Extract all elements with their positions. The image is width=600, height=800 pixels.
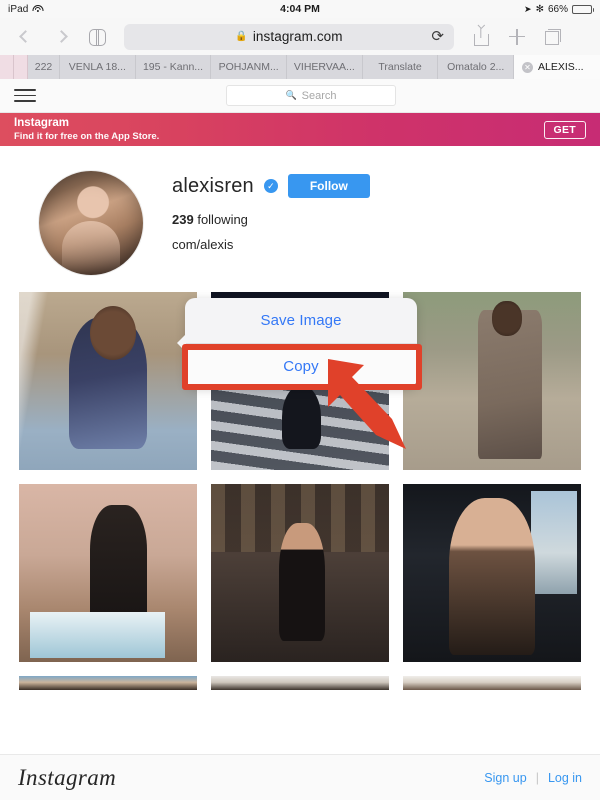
search-placeholder: Search xyxy=(301,89,337,102)
reload-icon[interactable]: ⟳ xyxy=(431,29,444,44)
share-icon xyxy=(473,27,489,46)
url-text: instagram.com xyxy=(252,29,343,44)
chevron-right-icon xyxy=(54,30,68,43)
search-icon: 🔍 xyxy=(285,90,297,100)
status-bar-right: ➤ ✻ 66% xyxy=(524,3,594,15)
hamburger-menu-icon[interactable] xyxy=(14,85,36,106)
photo-6[interactable] xyxy=(403,484,581,662)
tab-label: POHJANM... xyxy=(218,61,279,73)
photo-1[interactable] xyxy=(19,292,197,470)
tab-label: 222 xyxy=(34,61,53,73)
new-tab-button[interactable] xyxy=(502,23,532,51)
forward-button[interactable] xyxy=(46,23,76,51)
tab-6[interactable]: Omatalo 2... xyxy=(438,55,515,79)
profile-website-link[interactable]: com/alexis xyxy=(172,237,582,252)
safari-toolbar: 🔒 instagram.com ⟳ xyxy=(0,18,600,55)
sign-up-link[interactable]: Sign up xyxy=(484,771,526,785)
banner-subtitle: Find it for free on the App Store. xyxy=(14,130,160,142)
lock-icon: 🔒 xyxy=(235,30,248,42)
profile-username: alexisren xyxy=(172,174,254,197)
chevron-left-icon xyxy=(18,30,32,43)
tab-overflow-left[interactable] xyxy=(0,55,14,79)
page-footer: Instagram Sign up | Log in xyxy=(0,754,600,800)
profile-name-row: alexisren ✓ Follow xyxy=(172,174,582,198)
follow-button[interactable]: Follow xyxy=(287,174,370,198)
location-arrow-icon: ➤ xyxy=(524,3,532,14)
tab-7-active[interactable]: ✕ ALEXIS... xyxy=(514,55,600,79)
profile-stats: 239 following xyxy=(172,212,582,227)
photo-7[interactable] xyxy=(19,676,197,690)
tab-5[interactable]: Translate xyxy=(362,55,439,79)
tab-0[interactable]: 222 xyxy=(28,55,60,79)
profile-details: alexisren ✓ Follow 239 following com/ale… xyxy=(144,170,582,276)
back-button[interactable] xyxy=(10,23,40,51)
tab-label: VIHERVAA... xyxy=(293,61,355,73)
device-label: iPad xyxy=(8,3,29,15)
photo-5[interactable] xyxy=(211,484,389,662)
photo-4[interactable] xyxy=(19,484,197,662)
following-count: 239 xyxy=(172,212,194,227)
ios-status-bar: iPad 4:04 PM ➤ ✻ 66% xyxy=(0,0,600,18)
following-label: following xyxy=(197,212,248,227)
app-install-banner: Instagram Find it for free on the App St… xyxy=(0,113,600,146)
tab-label: 195 - Kann... xyxy=(142,61,204,73)
tab-label: Translate xyxy=(378,61,422,73)
book-icon xyxy=(88,29,106,46)
tab-label: Omatalo 2... xyxy=(447,61,505,73)
battery-percent-label: 66% xyxy=(547,3,568,15)
profile-header: alexisren ✓ Follow 239 following com/ale… xyxy=(0,146,600,276)
bluetooth-icon: ✻ xyxy=(535,3,544,15)
footer-separator: | xyxy=(535,770,539,785)
address-bar[interactable]: 🔒 instagram.com ⟳ xyxy=(124,23,454,50)
tab-1[interactable]: VENLA 18... xyxy=(60,55,136,79)
address-bar-content: 🔒 instagram.com xyxy=(235,29,342,44)
following-stat: 239 following xyxy=(172,212,248,227)
status-bar-left: iPad xyxy=(8,3,44,15)
banner-title: Instagram xyxy=(14,117,69,130)
tab-2[interactable]: 195 - Kann... xyxy=(135,55,212,79)
battery-icon xyxy=(572,4,594,14)
photo-9[interactable] xyxy=(403,676,581,690)
verified-badge-icon: ✓ xyxy=(263,179,278,193)
red-arrow-annotation xyxy=(328,359,406,449)
photo-8[interactable] xyxy=(211,676,389,690)
share-button[interactable] xyxy=(466,23,496,51)
wifi-icon xyxy=(32,5,44,14)
close-icon[interactable]: ✕ xyxy=(522,61,534,73)
banner-text: Instagram Find it for free on the App St… xyxy=(14,116,159,143)
plus-icon xyxy=(509,28,525,45)
save-image-menu-item[interactable]: Save Image xyxy=(185,298,417,343)
web-page-viewport: 🔍 Search Instagram Find it for free on t… xyxy=(0,79,600,800)
bookmarks-button[interactable] xyxy=(82,23,112,51)
ipad-safari-screenshot: iPad 4:04 PM ➤ ✻ 66% 🔒 instagram.com ⟳ 2… xyxy=(0,0,600,800)
get-app-button[interactable]: GET xyxy=(543,120,586,139)
tabs-overview-icon xyxy=(545,28,561,45)
show-tabs-button[interactable] xyxy=(538,23,568,51)
tab-overflow-left-2[interactable] xyxy=(14,55,28,79)
tab-3[interactable]: POHJANM... xyxy=(211,55,288,79)
footer-links: Sign up | Log in xyxy=(484,771,582,785)
log-in-link[interactable]: Log in xyxy=(548,771,582,785)
status-bar-clock: 4:04 PM xyxy=(280,3,320,15)
instagram-logo: Instagram xyxy=(18,764,117,790)
search-input[interactable]: 🔍 Search xyxy=(226,85,396,106)
safari-tab-strip: 222 VENLA 18... 195 - Kann... POHJANM...… xyxy=(0,55,600,79)
profile-avatar[interactable] xyxy=(38,170,144,276)
instagram-header: 🔍 Search xyxy=(0,79,600,113)
tab-4[interactable]: VIHERVAA... xyxy=(287,55,363,79)
tab-label: VENLA 18... xyxy=(68,61,126,73)
tab-label: ALEXIS... xyxy=(538,61,584,73)
